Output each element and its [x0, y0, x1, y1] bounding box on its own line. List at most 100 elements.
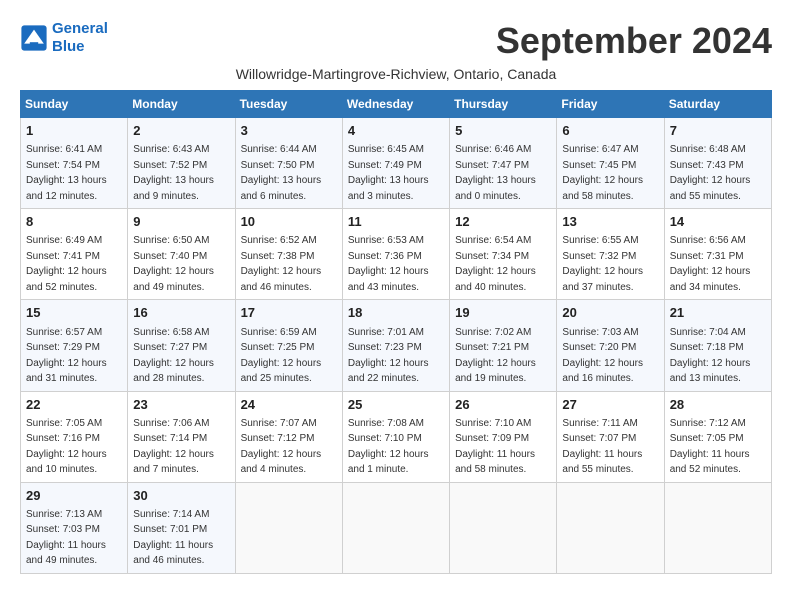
- logo-text: General Blue: [52, 20, 108, 56]
- day-number: 7: [670, 122, 766, 140]
- day-info: Sunrise: 6:53 AMSunset: 7:36 PMDaylight:…: [348, 235, 429, 293]
- calendar-cell: [235, 482, 342, 573]
- day-number: 29: [26, 487, 122, 505]
- day-info: Sunrise: 7:14 AMSunset: 7:01 PMDaylight:…: [133, 509, 213, 567]
- calendar-cell: 27 Sunrise: 7:11 AMSunset: 7:07 PMDaylig…: [557, 391, 664, 482]
- calendar-cell: 16 Sunrise: 6:58 AMSunset: 7:27 PMDaylig…: [128, 300, 235, 391]
- calendar-table: SundayMondayTuesdayWednesdayThursdayFrid…: [20, 90, 772, 574]
- calendar-cell: 6 Sunrise: 6:47 AMSunset: 7:45 PMDayligh…: [557, 118, 664, 209]
- calendar-cell: [342, 482, 449, 573]
- day-info: Sunrise: 6:43 AMSunset: 7:52 PMDaylight:…: [133, 144, 214, 202]
- calendar-cell: 14 Sunrise: 6:56 AMSunset: 7:31 PMDaylig…: [664, 209, 771, 300]
- day-number: 23: [133, 396, 229, 414]
- day-number: 3: [241, 122, 337, 140]
- day-number: 15: [26, 304, 122, 322]
- day-info: Sunrise: 6:47 AMSunset: 7:45 PMDaylight:…: [562, 144, 643, 202]
- day-number: 25: [348, 396, 444, 414]
- day-info: Sunrise: 7:12 AMSunset: 7:05 PMDaylight:…: [670, 418, 750, 476]
- calendar-week-row: 22 Sunrise: 7:05 AMSunset: 7:16 PMDaylig…: [21, 391, 772, 482]
- day-info: Sunrise: 6:58 AMSunset: 7:27 PMDaylight:…: [133, 327, 214, 385]
- weekday-header-row: SundayMondayTuesdayWednesdayThursdayFrid…: [21, 91, 772, 118]
- day-info: Sunrise: 6:46 AMSunset: 7:47 PMDaylight:…: [455, 144, 536, 202]
- weekday-header-monday: Monday: [128, 91, 235, 118]
- calendar-cell: 30 Sunrise: 7:14 AMSunset: 7:01 PMDaylig…: [128, 482, 235, 573]
- month-title: September 2024: [496, 20, 772, 62]
- day-number: 13: [562, 213, 658, 231]
- day-number: 1: [26, 122, 122, 140]
- day-info: Sunrise: 7:02 AMSunset: 7:21 PMDaylight:…: [455, 327, 536, 385]
- day-number: 6: [562, 122, 658, 140]
- day-number: 12: [455, 213, 551, 231]
- day-number: 5: [455, 122, 551, 140]
- calendar-cell: 10 Sunrise: 6:52 AMSunset: 7:38 PMDaylig…: [235, 209, 342, 300]
- weekday-header-saturday: Saturday: [664, 91, 771, 118]
- day-info: Sunrise: 7:06 AMSunset: 7:14 PMDaylight:…: [133, 418, 214, 476]
- day-info: Sunrise: 7:04 AMSunset: 7:18 PMDaylight:…: [670, 327, 751, 385]
- day-number: 14: [670, 213, 766, 231]
- calendar-cell: [450, 482, 557, 573]
- calendar-cell: 13 Sunrise: 6:55 AMSunset: 7:32 PMDaylig…: [557, 209, 664, 300]
- day-number: 22: [26, 396, 122, 414]
- calendar-cell: 11 Sunrise: 6:53 AMSunset: 7:36 PMDaylig…: [342, 209, 449, 300]
- weekday-header-friday: Friday: [557, 91, 664, 118]
- calendar-cell: 2 Sunrise: 6:43 AMSunset: 7:52 PMDayligh…: [128, 118, 235, 209]
- logo-icon: [20, 24, 48, 52]
- calendar-week-row: 1 Sunrise: 6:41 AMSunset: 7:54 PMDayligh…: [21, 118, 772, 209]
- calendar-cell: 12 Sunrise: 6:54 AMSunset: 7:34 PMDaylig…: [450, 209, 557, 300]
- day-number: 11: [348, 213, 444, 231]
- day-info: Sunrise: 7:01 AMSunset: 7:23 PMDaylight:…: [348, 327, 429, 385]
- day-info: Sunrise: 6:57 AMSunset: 7:29 PMDaylight:…: [26, 327, 107, 385]
- day-number: 28: [670, 396, 766, 414]
- calendar-week-row: 29 Sunrise: 7:13 AMSunset: 7:03 PMDaylig…: [21, 482, 772, 573]
- day-number: 10: [241, 213, 337, 231]
- calendar-cell: 23 Sunrise: 7:06 AMSunset: 7:14 PMDaylig…: [128, 391, 235, 482]
- day-number: 26: [455, 396, 551, 414]
- calendar-cell: 15 Sunrise: 6:57 AMSunset: 7:29 PMDaylig…: [21, 300, 128, 391]
- day-info: Sunrise: 7:07 AMSunset: 7:12 PMDaylight:…: [241, 418, 322, 476]
- day-number: 24: [241, 396, 337, 414]
- calendar-cell: 25 Sunrise: 7:08 AMSunset: 7:10 PMDaylig…: [342, 391, 449, 482]
- day-info: Sunrise: 6:59 AMSunset: 7:25 PMDaylight:…: [241, 327, 322, 385]
- calendar-cell: [557, 482, 664, 573]
- day-number: 20: [562, 304, 658, 322]
- day-number: 27: [562, 396, 658, 414]
- day-number: 9: [133, 213, 229, 231]
- calendar-cell: 22 Sunrise: 7:05 AMSunset: 7:16 PMDaylig…: [21, 391, 128, 482]
- day-number: 19: [455, 304, 551, 322]
- calendar-cell: 3 Sunrise: 6:44 AMSunset: 7:50 PMDayligh…: [235, 118, 342, 209]
- day-info: Sunrise: 6:52 AMSunset: 7:38 PMDaylight:…: [241, 235, 322, 293]
- calendar-cell: [664, 482, 771, 573]
- day-info: Sunrise: 7:13 AMSunset: 7:03 PMDaylight:…: [26, 509, 106, 567]
- calendar-cell: 7 Sunrise: 6:48 AMSunset: 7:43 PMDayligh…: [664, 118, 771, 209]
- day-info: Sunrise: 6:50 AMSunset: 7:40 PMDaylight:…: [133, 235, 214, 293]
- calendar-week-row: 8 Sunrise: 6:49 AMSunset: 7:41 PMDayligh…: [21, 209, 772, 300]
- day-info: Sunrise: 7:03 AMSunset: 7:20 PMDaylight:…: [562, 327, 643, 385]
- logo: General Blue: [20, 20, 108, 56]
- calendar-cell: 26 Sunrise: 7:10 AMSunset: 7:09 PMDaylig…: [450, 391, 557, 482]
- weekday-header-sunday: Sunday: [21, 91, 128, 118]
- calendar-week-row: 15 Sunrise: 6:57 AMSunset: 7:29 PMDaylig…: [21, 300, 772, 391]
- day-info: Sunrise: 6:41 AMSunset: 7:54 PMDaylight:…: [26, 144, 107, 202]
- page-header: General Blue September 2024: [20, 20, 772, 62]
- calendar-cell: 21 Sunrise: 7:04 AMSunset: 7:18 PMDaylig…: [664, 300, 771, 391]
- calendar-cell: 29 Sunrise: 7:13 AMSunset: 7:03 PMDaylig…: [21, 482, 128, 573]
- weekday-header-thursday: Thursday: [450, 91, 557, 118]
- day-number: 17: [241, 304, 337, 322]
- weekday-header-wednesday: Wednesday: [342, 91, 449, 118]
- day-info: Sunrise: 6:45 AMSunset: 7:49 PMDaylight:…: [348, 144, 429, 202]
- calendar-cell: 20 Sunrise: 7:03 AMSunset: 7:20 PMDaylig…: [557, 300, 664, 391]
- day-number: 8: [26, 213, 122, 231]
- day-info: Sunrise: 7:08 AMSunset: 7:10 PMDaylight:…: [348, 418, 429, 476]
- day-info: Sunrise: 7:05 AMSunset: 7:16 PMDaylight:…: [26, 418, 107, 476]
- calendar-cell: 28 Sunrise: 7:12 AMSunset: 7:05 PMDaylig…: [664, 391, 771, 482]
- day-info: Sunrise: 7:11 AMSunset: 7:07 PMDaylight:…: [562, 418, 642, 476]
- day-info: Sunrise: 6:49 AMSunset: 7:41 PMDaylight:…: [26, 235, 107, 293]
- day-number: 18: [348, 304, 444, 322]
- day-info: Sunrise: 7:10 AMSunset: 7:09 PMDaylight:…: [455, 418, 535, 476]
- calendar-cell: 17 Sunrise: 6:59 AMSunset: 7:25 PMDaylig…: [235, 300, 342, 391]
- day-number: 4: [348, 122, 444, 140]
- calendar-cell: 9 Sunrise: 6:50 AMSunset: 7:40 PMDayligh…: [128, 209, 235, 300]
- day-number: 30: [133, 487, 229, 505]
- day-number: 21: [670, 304, 766, 322]
- day-number: 16: [133, 304, 229, 322]
